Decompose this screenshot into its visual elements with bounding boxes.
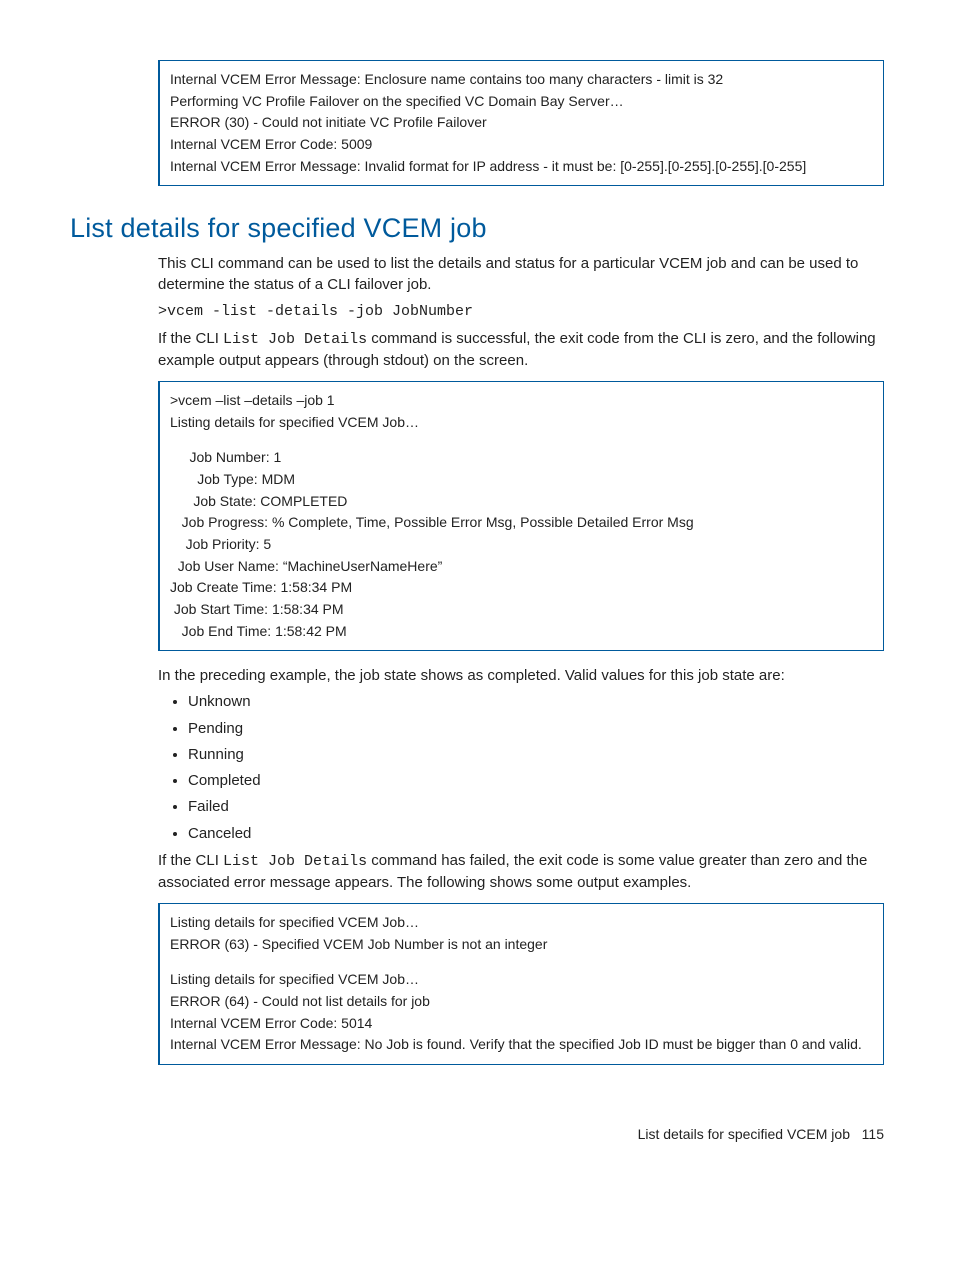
list-item: Failed [188, 797, 884, 817]
box3-line: Listing details for specified VCEM Job… [170, 912, 873, 934]
box3-line: Listing details for specified VCEM Job… [170, 969, 873, 991]
para4-a: If the CLI [158, 852, 223, 869]
page-footer: List details for specified VCEM job 115 [70, 1125, 884, 1144]
list-item: Completed [188, 771, 884, 791]
list-item: Pending [188, 719, 884, 739]
box2-sub: Listing details for specified VCEM Job… [170, 412, 873, 434]
box1-line: Internal VCEM Error Message: Enclosure n… [170, 69, 873, 91]
box3-line: Internal VCEM Error Code: 5014 [170, 1013, 873, 1035]
job-row: Job State: COMPLETED [170, 491, 873, 513]
job-row: Job Create Time: 1:58:34 PM [170, 577, 873, 599]
job-row: Job End Time: 1:58:42 PM [170, 621, 873, 643]
box3-line: ERROR (63) - Specified VCEM Job Number i… [170, 934, 873, 956]
box3-line: Internal VCEM Error Message: No Job is f… [170, 1034, 873, 1056]
para-success: If the CLI List Job Details command is s… [158, 328, 884, 371]
para-intro: This CLI command can be used to list the… [158, 253, 884, 295]
errorbox-top: Internal VCEM Error Message: Enclosure n… [158, 60, 884, 186]
job-row: Job Type: MDM [170, 469, 873, 491]
box1-line: Performing VC Profile Failover on the sp… [170, 91, 873, 113]
list-item: Running [188, 745, 884, 765]
box2-cmd: >vcem –list –details –job 1 [170, 390, 873, 412]
para2-a: If the CLI [158, 330, 223, 347]
box1-line: Internal VCEM Error Code: 5009 [170, 134, 873, 156]
job-row: Job Priority: 5 [170, 534, 873, 556]
footer-title: List details for specified VCEM job [638, 1126, 850, 1142]
valid-states-list: Unknown Pending Running Completed Failed… [188, 692, 884, 844]
job-row: Job Number: 1 [170, 447, 873, 469]
job-row: Job Start Time: 1:58:34 PM [170, 599, 873, 621]
job-row: Job Progress: % Complete, Time, Possible… [170, 512, 873, 534]
box1-line: ERROR (30) - Could not initiate VC Profi… [170, 112, 873, 134]
outputbox-jobdetails: >vcem –list –details –job 1 Listing deta… [158, 381, 884, 652]
list-item: Canceled [188, 824, 884, 844]
para-preceding: In the preceding example, the job state … [158, 665, 884, 686]
inline-code: List Job Details [223, 331, 367, 348]
inline-code: List Job Details [223, 853, 367, 870]
section-heading: List details for specified VCEM job [70, 210, 884, 246]
blank-line [170, 955, 873, 969]
errorbox-bottom: Listing details for specified VCEM Job… … [158, 903, 884, 1065]
box1-line: Internal VCEM Error Message: Invalid for… [170, 156, 873, 178]
job-row: Job User Name: “MachineUserNameHere” [170, 556, 873, 578]
list-item: Unknown [188, 692, 884, 712]
box3-line: ERROR (64) - Could not list details for … [170, 991, 873, 1013]
page-number: 115 [862, 1126, 884, 1142]
para-failed: If the CLI List Job Details command has … [158, 850, 884, 893]
command-syntax: >vcem -list -details -job JobNumber [158, 301, 884, 322]
blank-line [170, 433, 873, 447]
